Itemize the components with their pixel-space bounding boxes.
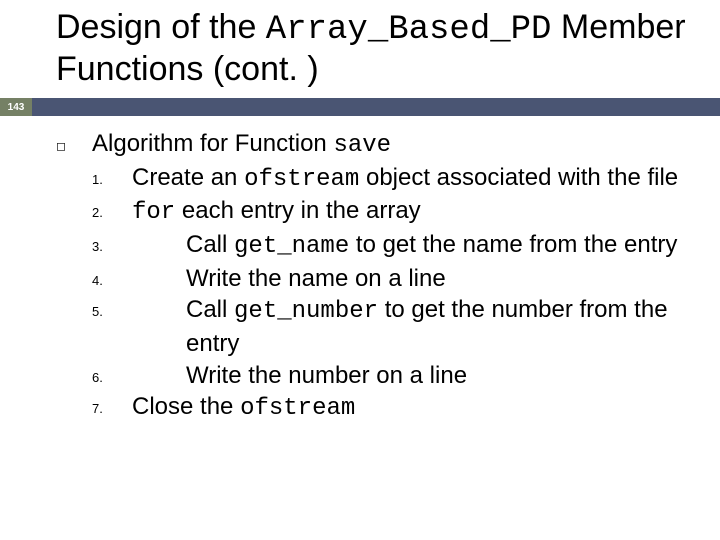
slide-title: Design of the Array_Based_PD Member Func… (56, 8, 720, 89)
step-number: 5. (92, 294, 132, 359)
step-number: 2. (92, 195, 132, 229)
algorithm-heading-row: ◻ Algorithm for Function save (56, 128, 696, 162)
step-text: Write the number on a line (132, 360, 696, 392)
slide-body: ◻ Algorithm for Function save 1. Create … (56, 128, 696, 425)
step-row: 4. Write the name on a line (56, 263, 696, 295)
step-number: 4. (92, 263, 132, 295)
step-text: for each entry in the array (132, 195, 696, 229)
step-text: Call get_number to get the number from t… (132, 294, 696, 359)
step-text: Close the ofstream (132, 391, 696, 425)
step-text: Create an ofstream object associated wit… (132, 162, 696, 196)
step-row: 2. for each entry in the array (56, 195, 696, 229)
step-row: 5. Call get_number to get the number fro… (56, 294, 696, 359)
page-number: 143 (8, 102, 25, 113)
accent-bar (0, 98, 720, 116)
algorithm-heading: Algorithm for Function save (92, 128, 696, 162)
step-row: 6. Write the number on a line (56, 360, 696, 392)
slide: Design of the Array_Based_PD Member Func… (0, 0, 720, 540)
step-text: Call get_name to get the name from the e… (132, 229, 696, 263)
step-number: 7. (92, 391, 132, 425)
step-row: 1. Create an ofstream object associated … (56, 162, 696, 196)
bullet-icon: ◻ (56, 128, 92, 162)
title-area: Design of the Array_Based_PD Member Func… (0, 0, 720, 89)
step-number: 3. (92, 229, 132, 263)
page-number-badge: 143 (0, 98, 32, 116)
step-row: 3. Call get_name to get the name from th… (56, 229, 696, 263)
step-number: 1. (92, 162, 132, 196)
title-text-1: Design of the (56, 8, 266, 46)
title-code: Array_Based_PD (266, 11, 552, 49)
step-row: 7. Close the ofstream (56, 391, 696, 425)
step-text: Write the name on a line (132, 263, 696, 295)
step-number: 6. (92, 360, 132, 392)
